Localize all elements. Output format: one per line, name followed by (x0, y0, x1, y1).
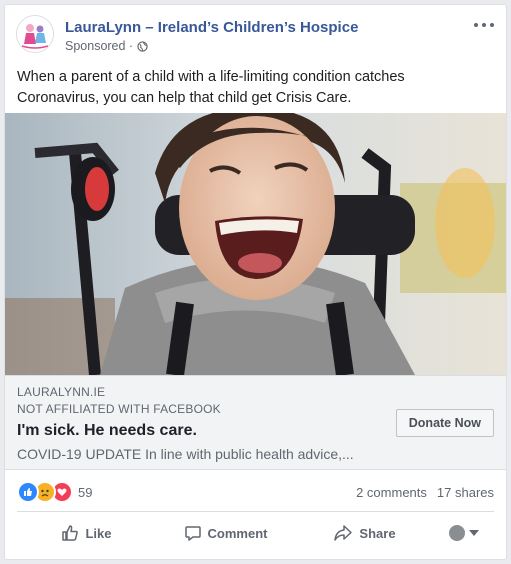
actions-divider (17, 511, 494, 512)
page-avatar[interactable] (16, 15, 54, 53)
share-arrow-icon (334, 525, 353, 541)
thumbs-up-icon (62, 525, 79, 541)
post-image[interactable] (5, 113, 506, 375)
chevron-down-icon (469, 530, 479, 536)
sponsored-post-card: LauraLynn – Ireland’s Children’s Hospice… (4, 4, 507, 560)
not-affiliated-label: NOT AFFILIATED WITH FACEBOOK (17, 402, 221, 416)
link-domain: LAURALYNN.IE (17, 385, 106, 399)
like-label: Like (85, 525, 112, 541)
post-text: When a parent of a child with a life-lim… (17, 69, 405, 106)
page-name-link[interactable]: LauraLynn – Ireland’s Children’s Hospice (65, 19, 358, 36)
lauralynn-logo-icon (17, 16, 53, 52)
post-header: LauraLynn – Ireland’s Children’s Hospice… (5, 5, 506, 65)
link-description: COVID-19 UPDATE In line with public heal… (17, 446, 354, 462)
comments-count-link[interactable]: 2 comments (356, 485, 427, 500)
link-headline[interactable]: I'm sick. He needs care. (17, 422, 197, 440)
smiling-child-photo (5, 113, 506, 375)
donate-now-button[interactable]: Donate Now (395, 409, 494, 437)
reaction-count: 59 (78, 484, 93, 500)
engagement-counts: 2 comments 17 shares (356, 485, 494, 500)
comment-bubble-icon (184, 526, 201, 541)
like-button[interactable]: Like (17, 517, 156, 549)
like-reaction-icon (17, 481, 39, 503)
reaction-summary[interactable]: 59 (17, 481, 92, 503)
user-avatar-icon (449, 525, 465, 541)
share-button[interactable]: Share (295, 517, 434, 549)
comment-button[interactable]: Comment (156, 517, 295, 549)
globe-icon (137, 40, 148, 52)
post-actions-bar: Like Comment Share (17, 517, 494, 549)
sponsored-label[interactable]: Sponsored · (65, 39, 133, 53)
share-label: Share (359, 525, 396, 541)
shares-count-link[interactable]: 17 shares (437, 485, 494, 500)
more-options-icon[interactable] (474, 19, 494, 31)
link-preview[interactable]: LAURALYNN.IE NOT AFFILIATED WITH FACEBOO… (5, 375, 506, 470)
react-as-selector[interactable] (434, 517, 494, 549)
post-meta: Sponsored · (65, 39, 148, 53)
comment-label: Comment (207, 525, 268, 541)
